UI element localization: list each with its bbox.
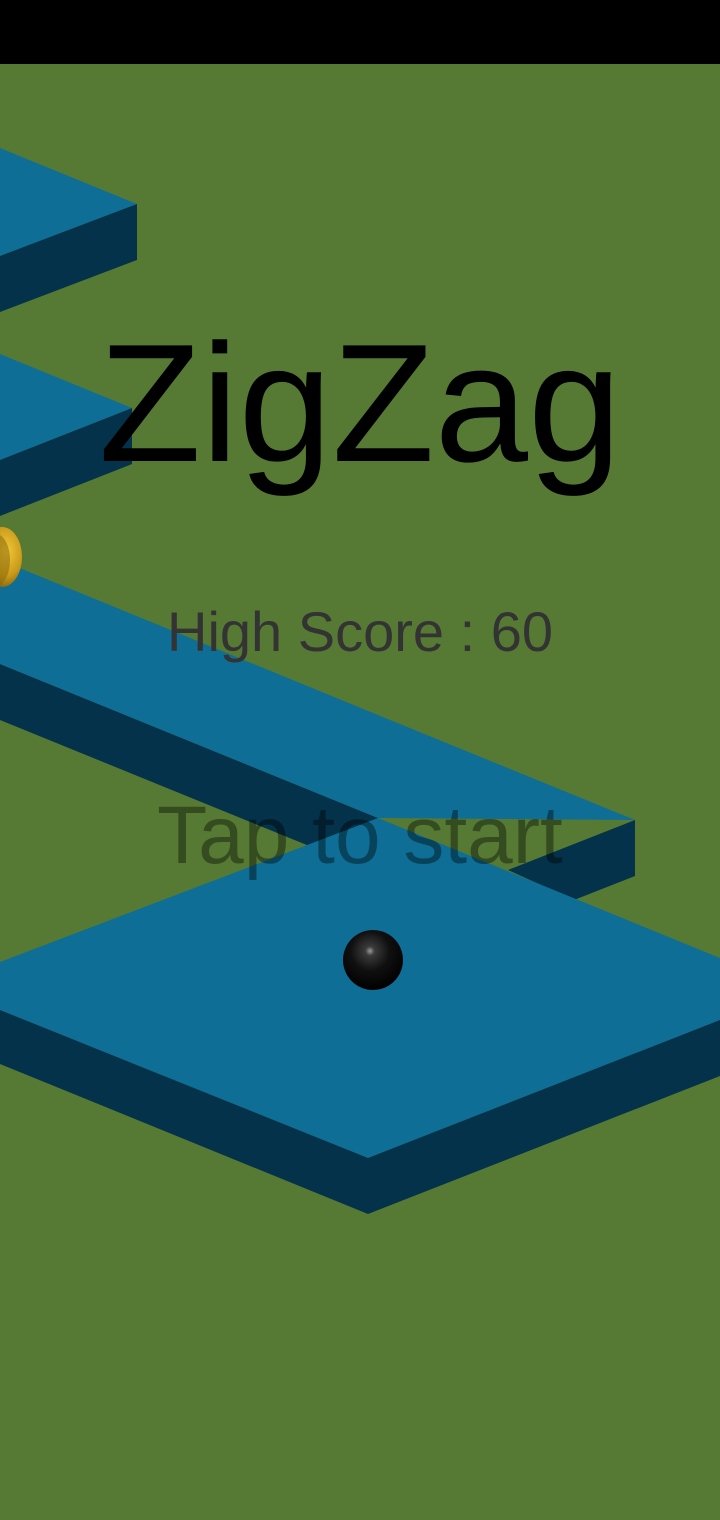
- platform-top-face: [0, 560, 635, 820]
- tap-to-start-prompt[interactable]: Tap to start: [0, 790, 720, 882]
- zigzag-scene: [0, 148, 720, 1214]
- game-screen[interactable]: ZigZag High Score : 60 Tap to start: [0, 0, 720, 1520]
- player-ball: [343, 930, 403, 990]
- game-title: ZigZag: [98, 309, 622, 497]
- high-score-label: High Score : 60: [167, 600, 553, 663]
- platform-tile: [0, 148, 137, 312]
